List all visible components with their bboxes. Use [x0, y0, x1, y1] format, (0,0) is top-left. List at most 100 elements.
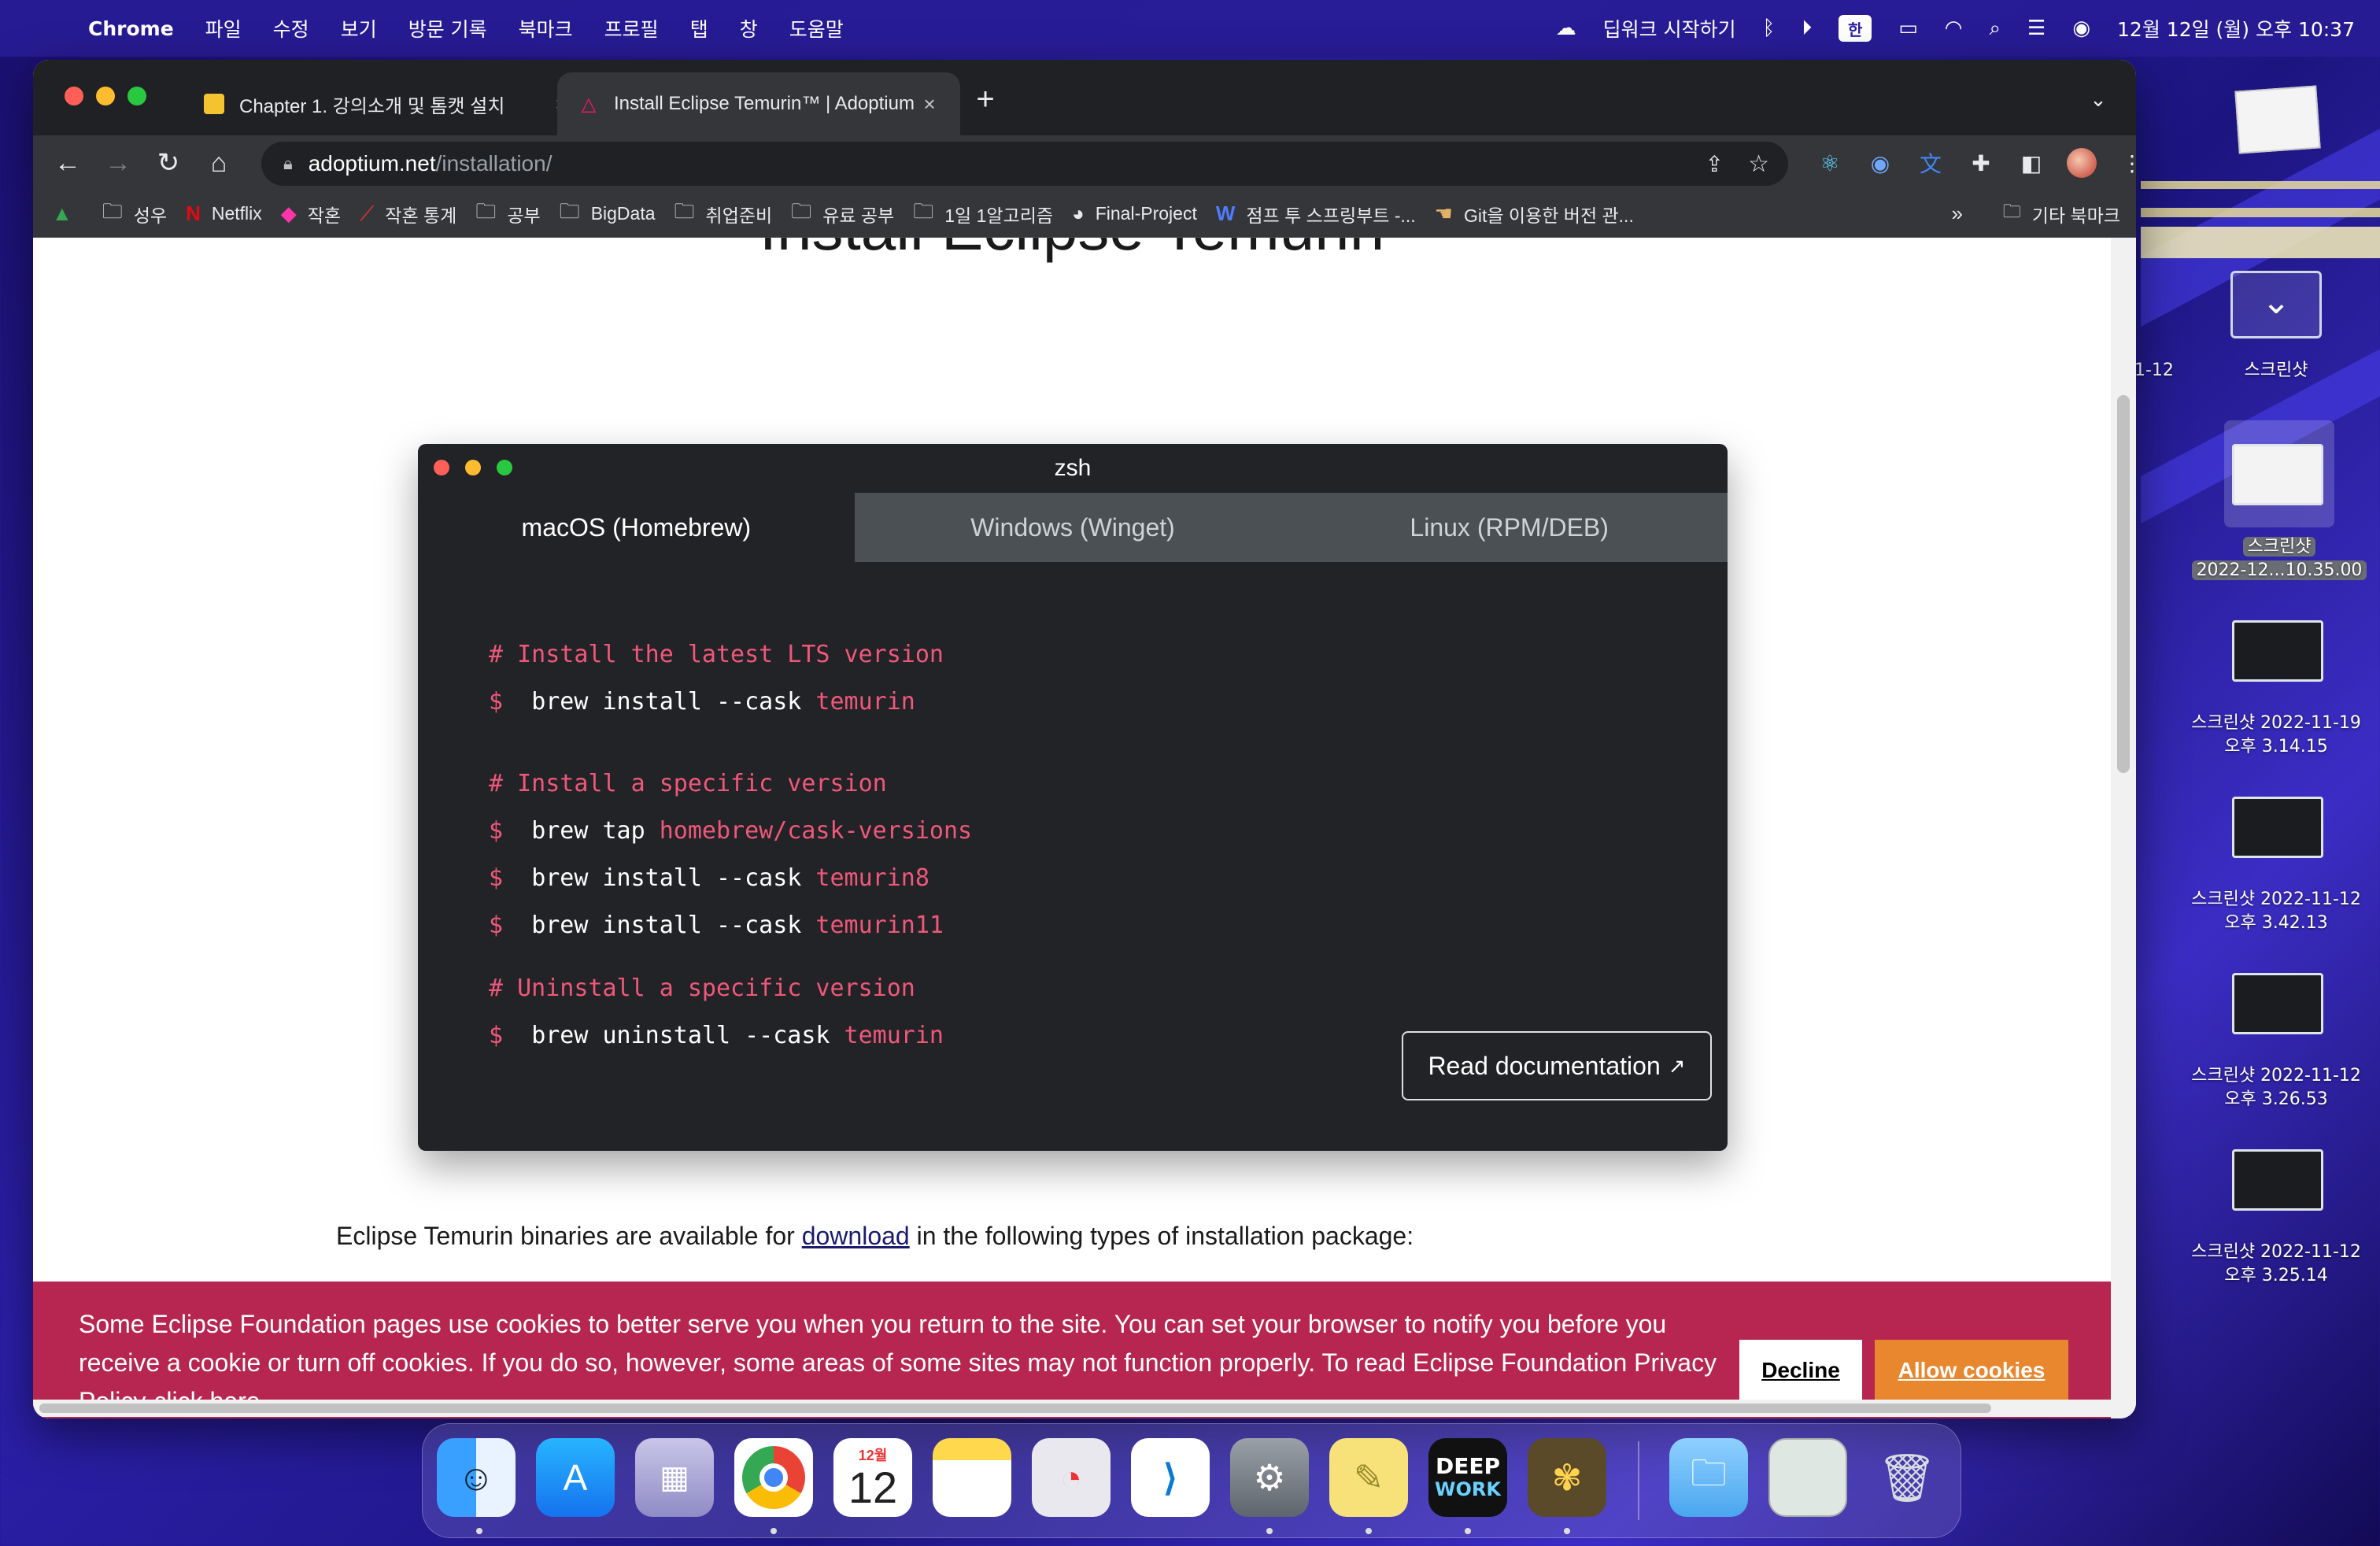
finder-icon[interactable]: ☺	[437, 1438, 516, 1517]
desktop-top-image[interactable]	[2234, 85, 2321, 154]
downloads-folder-icon[interactable]: 🗀	[1669, 1438, 1748, 1517]
horizontal-scrollbar-thumb[interactable]	[39, 1404, 1991, 1413]
zoom-window-button[interactable]	[128, 87, 146, 105]
menu-file[interactable]: 파일	[205, 14, 242, 43]
tab-linux[interactable]: Linux (RPM/DEB)	[1291, 493, 1728, 562]
app-store-icon[interactable]: A	[536, 1438, 615, 1517]
tab-search-chevron-icon[interactable]: ⌄	[2081, 82, 2116, 117]
bookmark-final-project[interactable]: ◕ Final-Project	[1072, 202, 1197, 226]
menu-view[interactable]: 보기	[341, 14, 377, 43]
bookmark-google-drive[interactable]: ▲	[52, 202, 83, 226]
siri-icon[interactable]: ◉	[2072, 17, 2090, 40]
play-circle-icon[interactable]: ⏵	[1802, 17, 1812, 41]
bookmark-folder-paid-study[interactable]: 🗀 유료 공부	[791, 197, 894, 231]
recent-document-icon[interactable]	[1768, 1438, 1847, 1517]
address-bar[interactable]: 🔒︎ adoptium.net/installation/ ⇪ ☆	[261, 142, 1788, 186]
back-arrow-icon[interactable]: ←	[42, 148, 93, 179]
notes-icon[interactable]	[933, 1438, 1011, 1517]
bluetooth-icon[interactable]: ᛒ	[1763, 17, 1776, 40]
download-link[interactable]: download	[802, 1222, 910, 1250]
bookmark-folder-algorithm[interactable]: 🗀 1일 1알고리즘	[913, 197, 1053, 231]
menu-window[interactable]: 창	[740, 14, 758, 43]
extension-translate-icon[interactable]: ◉	[1864, 146, 1897, 179]
calendar-icon[interactable]: 12월 12	[833, 1438, 912, 1517]
vertical-scrollbar[interactable]	[2111, 238, 2136, 1418]
vertical-scrollbar-thumb[interactable]	[2117, 395, 2130, 773]
trash-icon[interactable]: 🗑︎	[1868, 1438, 1946, 1517]
os-tabs: macOS (Homebrew) Windows (Winget) Linux …	[418, 493, 1728, 562]
menu-help[interactable]: 도움말	[789, 14, 844, 43]
tab-windows[interactable]: Windows (Winget)	[854, 493, 1292, 562]
input-source-indicator[interactable]: 한	[1839, 15, 1872, 42]
bookmark-git-version[interactable]: ☚ Git을 이용한 버전 관...	[1435, 201, 1634, 227]
profile-avatar[interactable]	[2065, 146, 2098, 179]
desktop-partial-label[interactable]: 1-12	[2134, 359, 2182, 383]
deepwork-status[interactable]: 딥워크 시작하기	[1603, 14, 1736, 43]
horizontal-scrollbar[interactable]	[33, 1400, 2111, 1417]
bookmark-jump-to-springboot[interactable]: W 점프 투 스프링부트 -...	[1216, 201, 1416, 227]
cloud-icon[interactable]: ☁	[1556, 17, 1576, 40]
menu-profiles[interactable]: 프로필	[604, 14, 659, 43]
minimize-window-button[interactable]	[96, 87, 115, 105]
new-tab-button[interactable]: +	[970, 83, 1001, 115]
bookmark-netflix[interactable]: N Netflix	[186, 202, 262, 226]
tab-adoptium[interactable]: △ Install Eclipse Temurin™ | Adoptium ×	[557, 72, 960, 135]
bookmark-jakhon[interactable]: ◆ 작혼	[281, 201, 341, 227]
battery-icon[interactable]: ▭	[1898, 17, 1918, 40]
folder-icon: 🗀	[674, 198, 695, 223]
extensions-puzzle-icon[interactable]: ✚	[1964, 146, 1998, 179]
menu-bookmarks[interactable]: 북마크	[519, 14, 573, 43]
spotlight-search-icon[interactable]: ⌕	[1989, 17, 2001, 41]
folder-icon: 🗀	[559, 198, 580, 223]
other-bookmarks-folder[interactable]: 🗀 기타 북마크	[2003, 198, 2120, 229]
decline-cookies-button[interactable]: Decline	[1739, 1340, 1862, 1401]
menu-tab[interactable]: 탭	[690, 14, 708, 43]
desktop-folder-screenshots[interactable]: ⌄	[2230, 268, 2322, 343]
deepwork-line1: DEEP	[1435, 1453, 1501, 1479]
google-translate-icon[interactable]: 文	[1914, 146, 1947, 179]
folder-icon: 🗀	[475, 198, 497, 223]
bookmark-folder-seongwoo[interactable]: 🗀 성우	[102, 197, 167, 231]
bookmark-folder-study[interactable]: 🗀 공부	[475, 197, 540, 231]
lock-icon[interactable]: 🔒︎	[283, 153, 293, 174]
menu-clock[interactable]: 12월 12일 (월) 오후 10:37	[2117, 14, 2355, 43]
home-icon[interactable]: ⌂	[194, 148, 244, 179]
side-panel-icon[interactable]: ◧	[2015, 146, 2048, 179]
system-preferences-icon[interactable]: ⚙	[1230, 1438, 1309, 1517]
stickies-icon[interactable]: ✎	[1329, 1438, 1408, 1517]
vscode-icon[interactable]: ⟩	[1131, 1438, 1210, 1517]
forward-arrow-icon[interactable]: →	[93, 148, 143, 179]
wifi-icon[interactable]: ◠	[1945, 17, 1963, 40]
bookmarks-bar: ▲ 🗀 성우 N Netflix ◆ 작혼 ⟋ 작혼 통계 🗀 공부 🗀 BigData 🗀…	[33, 190, 2136, 238]
allow-cookies-button[interactable]: Allow cookies	[1875, 1340, 2068, 1401]
menu-history[interactable]: 방문 기록	[408, 14, 487, 43]
menu-app-name[interactable]: Chrome	[88, 17, 174, 40]
share-icon[interactable]: ⇪	[1706, 151, 1724, 177]
bookmark-folder-job[interactable]: 🗀 취업준비	[674, 197, 773, 231]
bookmark-star-icon[interactable]: ☆	[1748, 150, 1769, 178]
control-center-icon[interactable]: ☰	[2027, 17, 2046, 40]
bookmarks-overflow-button[interactable]: »	[1952, 202, 1963, 226]
git-icon: ☚	[1434, 202, 1453, 225]
chrome-icon[interactable]	[734, 1438, 813, 1517]
launchpad-icon[interactable]: ▦	[635, 1438, 714, 1517]
desktop-selected-screenshot[interactable]	[2224, 420, 2334, 527]
bookmark-jakhon-stats[interactable]: ⟋ 작혼 통계	[360, 201, 456, 227]
chrome-menu-icon[interactable]: ⋮	[2116, 146, 2136, 179]
close-tab-icon[interactable]: ×	[918, 92, 941, 117]
reload-icon[interactable]: ↻	[143, 147, 194, 179]
react-devtools-icon[interactable]: ⚛	[1813, 146, 1846, 179]
screen-sharing-icon[interactable]: ◔	[1032, 1438, 1111, 1517]
bookmark-folder-bigdata[interactable]: 🗀 BigData	[560, 197, 656, 231]
code-line: $ brew tap homebrew/cask-versions	[489, 817, 973, 845]
tes-butterfly-icon[interactable]: ✾	[1528, 1438, 1606, 1517]
deep-work-icon[interactable]: DEEP WORK	[1428, 1438, 1507, 1517]
close-window-button[interactable]	[65, 87, 83, 105]
adoptium-favicon-icon: △	[581, 93, 597, 115]
menu-edit[interactable]: 수정	[273, 14, 309, 43]
chevron-down-icon: ⌄	[2261, 283, 2291, 321]
read-documentation-button[interactable]: Read documentation ↗	[1402, 1031, 1712, 1100]
tab-macos[interactable]: macOS (Homebrew)	[418, 493, 855, 562]
external-link-icon: ↗	[1668, 1053, 1686, 1078]
tab-chapter1[interactable]: Chapter 1. 강의소개 및 톰캣 설치 ×	[183, 72, 592, 135]
